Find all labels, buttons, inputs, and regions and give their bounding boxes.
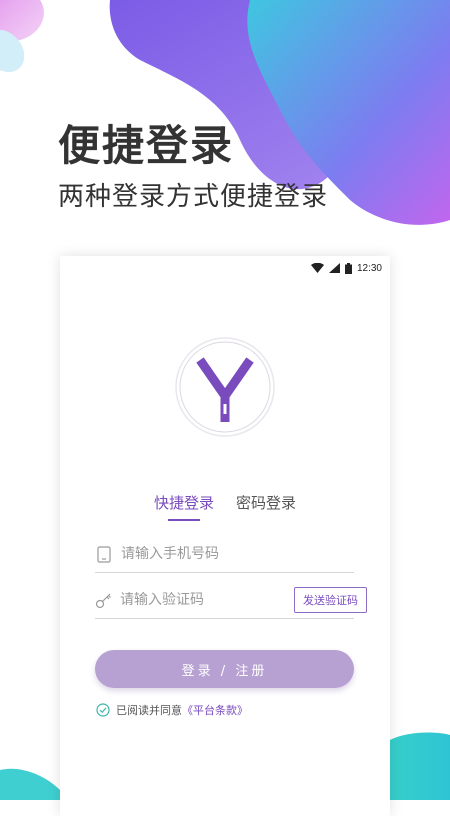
code-input[interactable]: [120, 592, 294, 608]
terms-link[interactable]: 《平台条款》: [182, 702, 248, 718]
phone-input[interactable]: [121, 546, 354, 562]
status-bar: 12:30: [310, 261, 382, 275]
code-field: 发送验证码: [95, 582, 367, 619]
tab-quick-login[interactable]: 快捷登录: [154, 492, 214, 521]
phone-mockup: 12:30 快捷登录 密码登录 发送验证码: [60, 256, 390, 816]
signal-icon: [328, 263, 340, 273]
app-logo: [175, 337, 275, 437]
promo-subtitle: 两种登录方式便捷登录: [58, 182, 329, 212]
login-tabs: 快捷登录 密码登录: [60, 492, 390, 521]
promo-title: 便捷登录: [58, 121, 235, 170]
login-register-button[interactable]: 登录 / 注册: [95, 650, 354, 688]
status-time: 12:30: [356, 262, 382, 274]
check-circle-icon[interactable]: [96, 703, 110, 717]
battery-icon: [344, 262, 352, 274]
wifi-icon: [310, 263, 324, 273]
send-code-button[interactable]: 发送验证码: [294, 587, 367, 613]
key-icon: [95, 591, 112, 609]
agreement-text: 已阅读并同意: [116, 704, 182, 717]
phone-field: [95, 536, 354, 573]
phone-icon: [95, 545, 113, 563]
tab-password-login[interactable]: 密码登录: [236, 492, 296, 521]
agreement-row: 已阅读并同意 《平台条款》: [96, 702, 248, 718]
